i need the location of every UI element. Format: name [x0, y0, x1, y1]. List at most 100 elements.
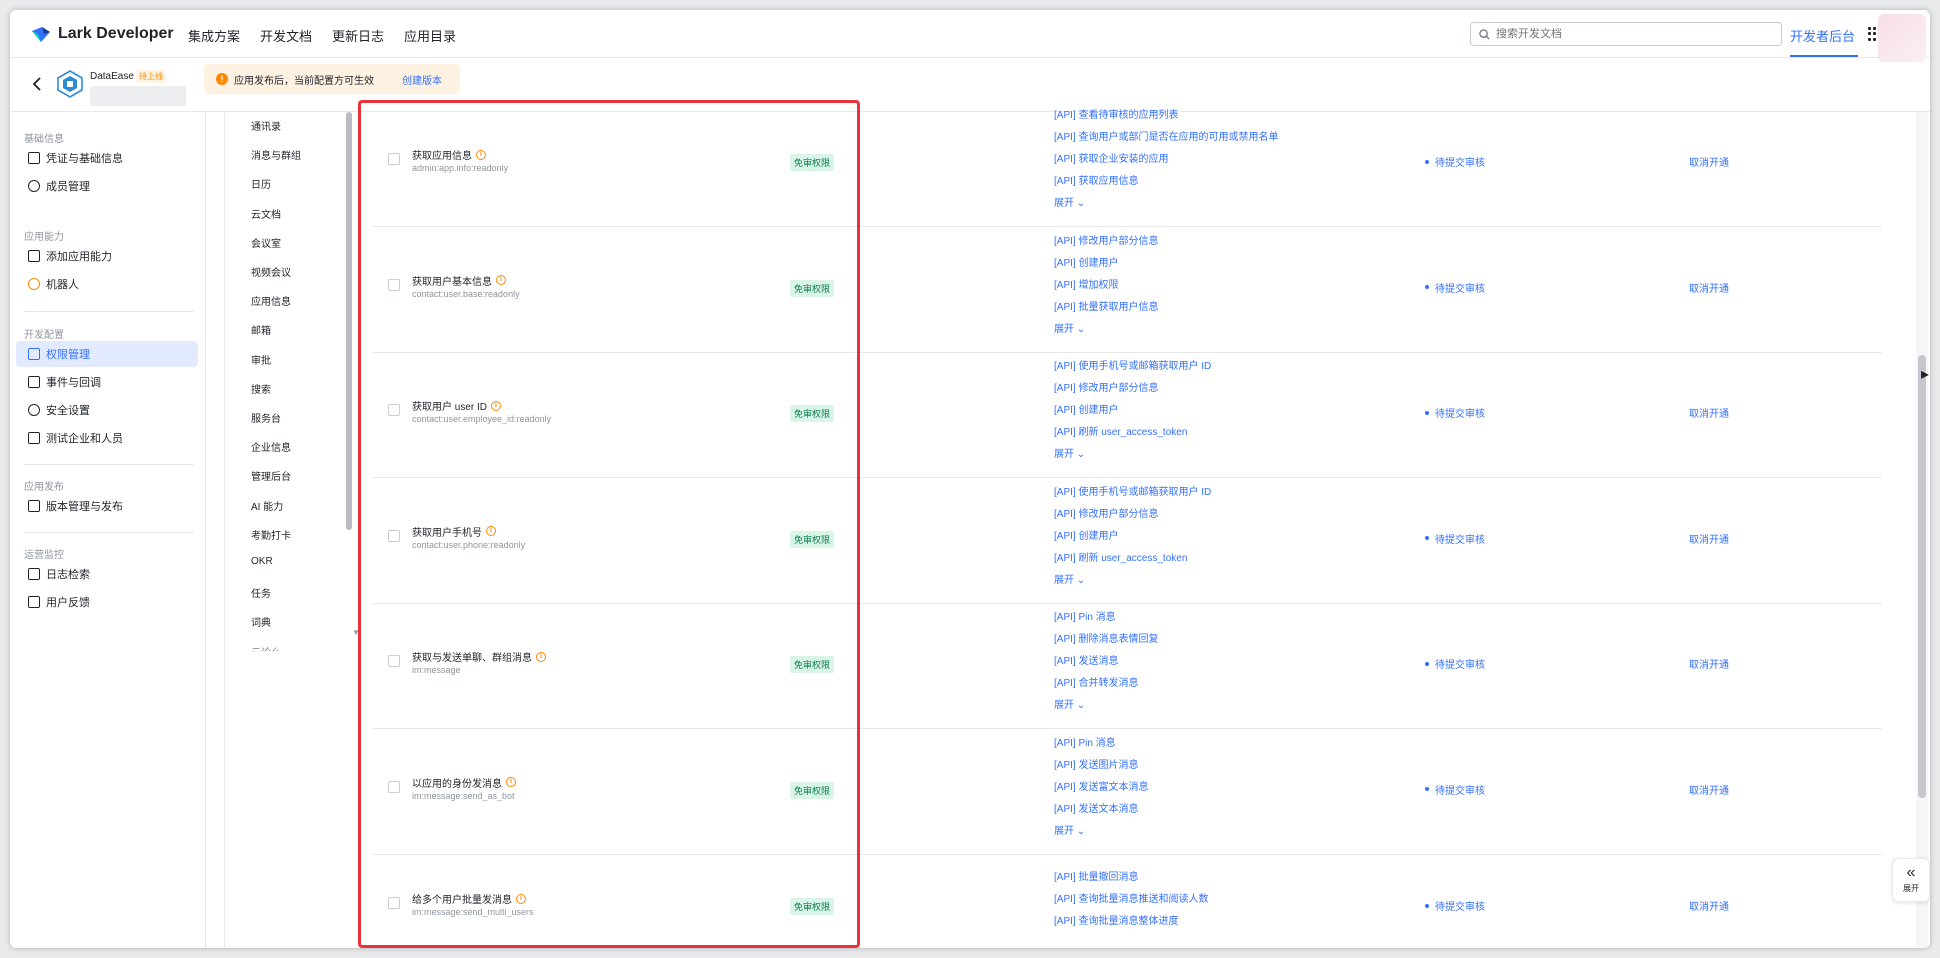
- back-arrow-icon[interactable]: [30, 76, 46, 92]
- expand-apis-button[interactable]: 展开 ⌄: [1054, 319, 1158, 341]
- category-item[interactable]: 会议室: [251, 235, 281, 250]
- api-link[interactable]: [API] Pin 消息: [1054, 607, 1158, 629]
- category-item[interactable]: 管理后台: [251, 468, 291, 483]
- nav-app-directory[interactable]: 应用目录: [404, 26, 456, 45]
- api-link[interactable]: [API] 修改用户部分信息: [1054, 378, 1211, 400]
- cancel-enable-button[interactable]: 取消开通: [1689, 280, 1729, 295]
- info-icon[interactable]: i: [536, 651, 546, 662]
- info-icon[interactable]: i: [506, 777, 516, 787]
- permission-checkbox[interactable]: [388, 404, 400, 416]
- api-link[interactable]: [API] Pin 消息: [1054, 733, 1148, 755]
- sidebar-item-robot[interactable]: 机器人: [16, 271, 198, 297]
- sidebar-item-add-capability[interactable]: 添加应用能力: [16, 243, 198, 269]
- sidebar-item-versions[interactable]: 版本管理与发布: [16, 493, 198, 519]
- info-icon[interactable]: i: [486, 526, 496, 536]
- sidebar-item-credentials[interactable]: 凭证与基础信息: [16, 145, 198, 171]
- category-item[interactable]: 搜索: [251, 381, 271, 396]
- category-item[interactable]: 消息与群组: [251, 147, 301, 162]
- api-link[interactable]: [API] 查询批量消息整体进度: [1054, 911, 1208, 933]
- main-scrollbar[interactable]: [1918, 355, 1926, 798]
- sidebar-item-test-org[interactable]: 测试企业和人员: [16, 425, 198, 451]
- api-link[interactable]: [API] 删除消息表情回复: [1054, 629, 1158, 651]
- api-link[interactable]: [API] 创建用户: [1054, 400, 1211, 422]
- expand-panel-button[interactable]: « 展开: [1892, 858, 1930, 902]
- api-link[interactable]: [API] 使用手机号或邮箱获取用户 ID: [1054, 482, 1211, 504]
- create-version-link[interactable]: 创建版本: [402, 72, 442, 87]
- expand-apis-button[interactable]: 展开 ⌄: [1054, 193, 1278, 215]
- category-item[interactable]: 日历: [251, 176, 271, 191]
- nav-solutions[interactable]: 集成方案: [188, 26, 240, 45]
- brand-logo[interactable]: Lark Developer: [30, 24, 174, 44]
- api-link[interactable]: [API] 查询用户或部门是否在应用的可用或禁用名单: [1054, 127, 1278, 149]
- cancel-enable-button[interactable]: 取消开通: [1689, 405, 1729, 420]
- api-link[interactable]: [API] 刷新 user_access_token: [1054, 422, 1211, 444]
- api-link[interactable]: [API] 查询批量消息推送和阅读人数: [1054, 889, 1208, 911]
- category-item[interactable]: 通讯录: [251, 118, 281, 133]
- category-scrollbar[interactable]: [346, 112, 352, 530]
- cancel-enable-button[interactable]: 取消开通: [1689, 531, 1729, 546]
- api-link[interactable]: [API] 查看待审核的应用列表: [1054, 105, 1278, 127]
- api-link[interactable]: [API] 批量撤回消息: [1054, 867, 1208, 889]
- expand-apis-button[interactable]: 展开 ⌄: [1054, 444, 1211, 466]
- expand-apis-button[interactable]: 展开 ⌄: [1054, 570, 1211, 592]
- category-item[interactable]: 邮箱: [251, 322, 271, 337]
- nav-docs[interactable]: 开发文档: [260, 26, 312, 45]
- info-icon[interactable]: i: [491, 400, 502, 411]
- category-item[interactable]: 企业信息: [251, 439, 291, 454]
- doc-search[interactable]: [1470, 22, 1782, 46]
- info-icon[interactable]: i: [476, 149, 486, 160]
- api-link[interactable]: [API] 修改用户部分信息: [1054, 231, 1158, 253]
- permission-name-text: 获取应用信息: [412, 151, 472, 162]
- expand-apis-button[interactable]: 展开 ⌄: [1054, 821, 1148, 843]
- category-item[interactable]: 视频会议: [251, 264, 291, 279]
- api-link[interactable]: [API] 合并转发消息: [1054, 673, 1158, 695]
- cancel-enable-button[interactable]: 取消开通: [1689, 154, 1729, 169]
- cancel-enable-button[interactable]: 取消开通: [1689, 898, 1729, 913]
- category-item[interactable]: AI 能力: [251, 498, 283, 513]
- sidebar-item-events[interactable]: 事件与回调: [16, 369, 198, 395]
- category-item[interactable]: 服务台: [251, 410, 281, 425]
- permission-checkbox[interactable]: [388, 278, 400, 291]
- chevron-down-icon: ⌄: [1076, 449, 1086, 460]
- category-item[interactable]: 应用信息: [251, 293, 291, 308]
- category-item[interactable]: 词典: [251, 614, 271, 629]
- nav-changelog[interactable]: 更新日志: [332, 26, 384, 45]
- category-item[interactable]: 任务: [251, 585, 271, 600]
- category-item[interactable]: 考勤打卡: [251, 527, 291, 542]
- category-item[interactable]: 审批: [251, 352, 271, 367]
- api-link[interactable]: [API] 获取企业安装的应用: [1054, 149, 1278, 171]
- permission-checkbox[interactable]: [388, 655, 400, 667]
- expand-apis-button[interactable]: 展开 ⌄: [1054, 695, 1158, 717]
- category-item[interactable]: OKR: [251, 556, 273, 567]
- permission-checkbox[interactable]: [388, 780, 400, 793]
- api-link[interactable]: [API] 使用手机号或邮箱获取用户 ID: [1054, 356, 1211, 378]
- sidebar-item-logs[interactable]: 日志检索: [16, 561, 198, 587]
- info-icon[interactable]: i: [516, 893, 526, 904]
- api-link[interactable]: [API] 发送图片消息: [1054, 755, 1148, 777]
- category-item[interactable]: 云论么: [251, 644, 281, 652]
- api-link[interactable]: [API] 批量获取用户信息: [1054, 297, 1158, 319]
- permission-checkbox[interactable]: [388, 153, 400, 165]
- api-link[interactable]: [API] 创建用户: [1054, 526, 1211, 548]
- sidebar-item-permissions[interactable]: 权限管理: [16, 341, 198, 367]
- api-link[interactable]: [API] 创建用户: [1054, 253, 1158, 275]
- api-link[interactable]: [API] 修改用户部分信息: [1054, 504, 1211, 526]
- cancel-enable-button[interactable]: 取消开通: [1689, 782, 1729, 797]
- api-link[interactable]: [API] 发送文本消息: [1054, 799, 1148, 821]
- cancel-enable-button[interactable]: 取消开通: [1689, 656, 1729, 671]
- user-avatar[interactable]: [1878, 14, 1926, 62]
- api-link[interactable]: [API] 增加权限: [1054, 275, 1158, 297]
- permission-checkbox[interactable]: [388, 897, 400, 909]
- category-item[interactable]: 云文档: [251, 206, 281, 221]
- api-link[interactable]: [API] 发送富文本消息: [1054, 777, 1148, 799]
- info-icon[interactable]: i: [496, 275, 506, 285]
- api-link[interactable]: [API] 刷新 user_access_token: [1054, 548, 1211, 570]
- api-link[interactable]: [API] 发送消息: [1054, 651, 1158, 673]
- sidebar-item-feedback[interactable]: 用户反馈: [16, 589, 198, 615]
- permission-checkbox[interactable]: [388, 529, 400, 542]
- developer-console-link[interactable]: 开发者后台: [1790, 26, 1855, 45]
- sidebar-item-members[interactable]: 成员管理: [16, 173, 198, 199]
- search-input[interactable]: [1496, 28, 1756, 40]
- sidebar-item-security[interactable]: 安全设置: [16, 397, 198, 423]
- api-link[interactable]: [API] 获取应用信息: [1054, 171, 1278, 193]
